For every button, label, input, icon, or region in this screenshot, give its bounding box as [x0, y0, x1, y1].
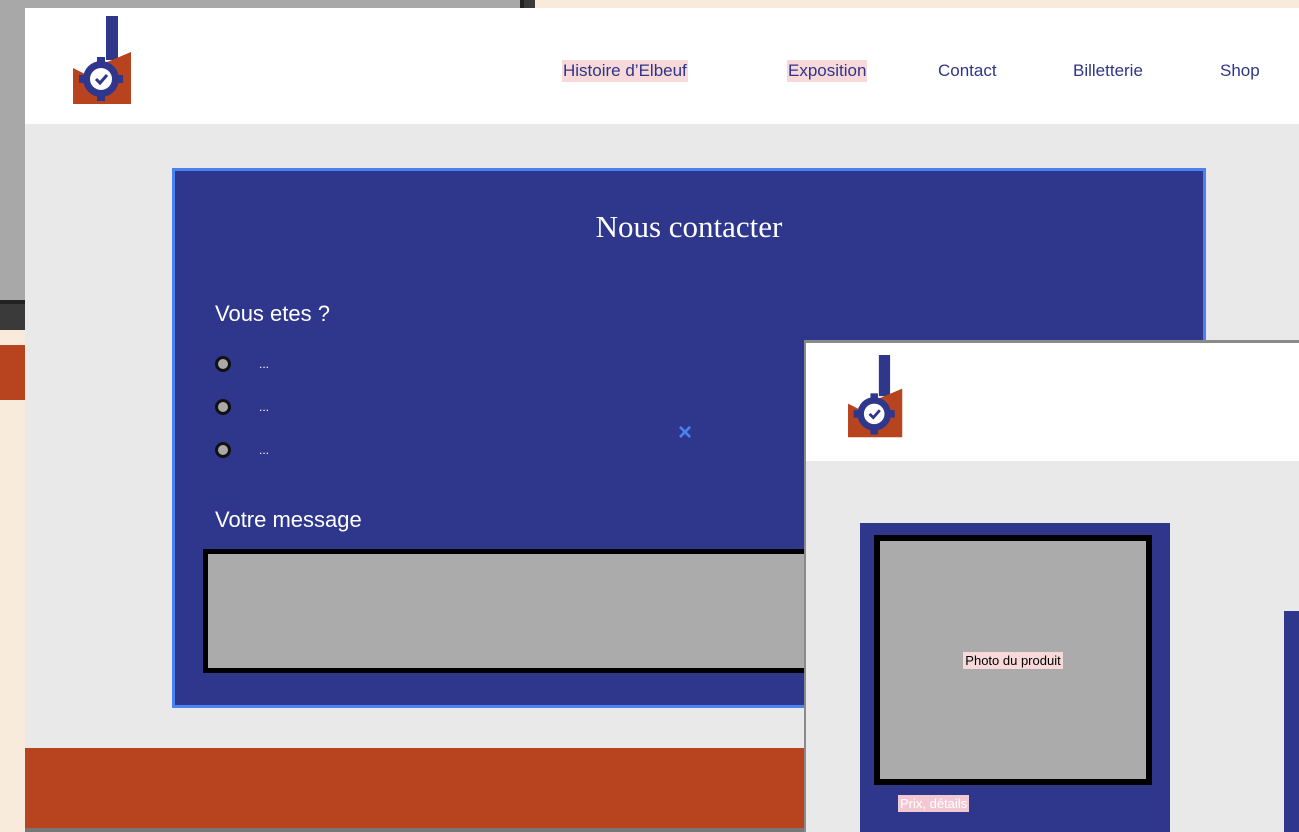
message-label: Votre message: [215, 507, 362, 532]
close-icon[interactable]: ×: [678, 421, 692, 445]
nav-billetterie[interactable]: Billetterie: [1072, 60, 1144, 82]
visitor-type-label: Vous etes ?: [215, 301, 330, 326]
photo-caption-wrap: Photo du produit: [880, 541, 1146, 779]
option-label: ...: [259, 357, 270, 371]
contact-title: Nous contacter: [595, 209, 783, 244]
product-photo-placeholder: Photo du produit: [874, 535, 1152, 785]
radio-button-icon[interactable]: [215, 356, 231, 372]
main-nav: Histoire d’Elbeuf Exposition Contact Bil…: [25, 60, 1299, 86]
site-header: Histoire d’Elbeuf Exposition Contact Bil…: [25, 8, 1299, 124]
background-left-panel: [0, 330, 26, 832]
shop-page-window: Photo du produit Prix, détails: [804, 340, 1299, 832]
background-left-accent: [0, 345, 26, 400]
factory-clock-logo-icon[interactable]: [844, 355, 910, 441]
product-card-partial[interactable]: [1284, 611, 1299, 832]
shop-header: [806, 343, 1299, 461]
product-photo-label: Photo du produit: [963, 651, 1063, 669]
radio-button-icon[interactable]: [215, 399, 231, 415]
nav-histoire-elbeuf[interactable]: Histoire d’Elbeuf: [562, 60, 688, 82]
nav-contact[interactable]: Contact: [937, 60, 998, 82]
nav-shop[interactable]: Shop: [1219, 60, 1261, 82]
product-card[interactable]: Photo du produit Prix, détails: [860, 523, 1170, 832]
nav-exposition[interactable]: Exposition: [787, 60, 868, 82]
option-label: ...: [259, 443, 270, 457]
radio-button-icon[interactable]: [215, 442, 231, 458]
option-label: ...: [259, 400, 270, 414]
product-price-label: Prix, détails: [898, 795, 970, 812]
